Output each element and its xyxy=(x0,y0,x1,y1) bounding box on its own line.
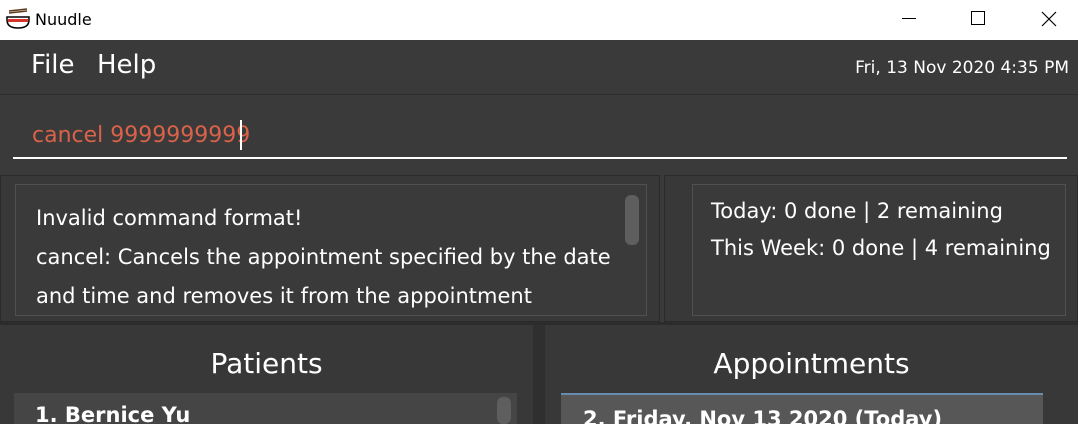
close-icon xyxy=(1041,11,1057,27)
text-caret xyxy=(240,120,242,150)
noodle-bowl-icon xyxy=(6,8,30,29)
stats-today: Today: 0 done | 2 remaining xyxy=(711,199,1003,223)
close-button[interactable] xyxy=(1014,0,1078,40)
maximize-button[interactable] xyxy=(944,0,1014,40)
result-scrollbar[interactable] xyxy=(625,195,639,245)
menu-help[interactable]: Help xyxy=(97,50,156,80)
split-divider[interactable] xyxy=(533,325,545,424)
appointments-list[interactable]: 2. Friday, Nov 13 2020 (Today) xyxy=(561,393,1043,424)
appointments-panel: Appointments 2. Friday, Nov 13 2020 (Tod… xyxy=(545,325,1078,424)
current-datetime: Fri, 13 Nov 2020 4:35 PM xyxy=(855,58,1069,78)
appointments-title: Appointments xyxy=(713,347,910,380)
patients-list[interactable]: 1. Bernice Yu xyxy=(14,393,517,424)
window-title: Nuudle xyxy=(35,10,92,29)
list-item[interactable]: 1. Bernice Yu xyxy=(35,403,190,424)
list-item[interactable]: 2. Friday, Nov 13 2020 (Today) xyxy=(583,407,942,424)
result-display-panel: Invalid command format! cancel: Cancels … xyxy=(0,175,660,322)
menu-bar: File Help Fri, 13 Nov 2020 4:35 PM xyxy=(0,40,1078,95)
command-input[interactable] xyxy=(13,113,1067,159)
result-display-box[interactable]: Invalid command format! cancel: Cancels … xyxy=(15,184,647,316)
stats-week: This Week: 0 done | 4 remaining xyxy=(711,236,1051,260)
result-message: Invalid command format! cancel: Cancels … xyxy=(36,206,611,308)
command-box xyxy=(0,95,1078,175)
stats-box: Today: 0 done | 2 remaining This Week: 0… xyxy=(692,184,1066,316)
window-titlebar: Nuudle xyxy=(0,0,1078,40)
patients-panel: Patients 1. Bernice Yu xyxy=(0,325,533,424)
patients-title: Patients xyxy=(210,347,323,380)
menu-file[interactable]: File xyxy=(31,50,75,80)
minimize-button[interactable] xyxy=(874,0,944,40)
patients-scrollbar[interactable] xyxy=(497,397,511,424)
stats-panel: Today: 0 done | 2 remaining This Week: 0… xyxy=(664,175,1078,322)
